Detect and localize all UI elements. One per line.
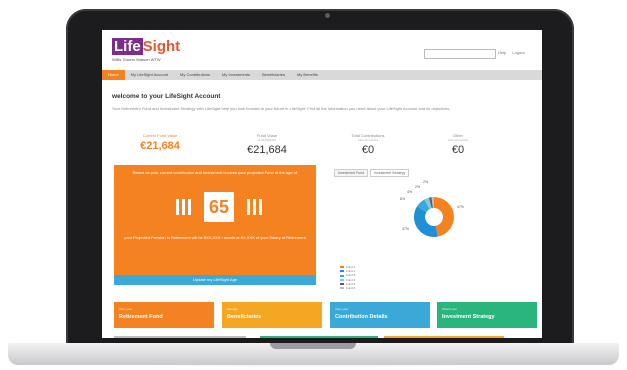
tile-title: Investment Strategy bbox=[442, 314, 495, 320]
stat-value: €21,684 bbox=[247, 144, 287, 156]
slice-label: 2% bbox=[415, 185, 421, 189]
tile-caption: View your bbox=[335, 307, 349, 311]
screen: Life Sight Willis Towers Watson WTW Help … bbox=[102, 30, 542, 338]
legend-swatch bbox=[340, 287, 344, 290]
nav-contributions[interactable]: My Contributions bbox=[174, 70, 216, 80]
legend-label: Fund 6 bbox=[346, 286, 356, 291]
tile-projection[interactable]: CalculateProjection bbox=[114, 336, 246, 338]
page-title: welcome to your LifeSight Account bbox=[112, 93, 221, 100]
projection-panel: Based on your current contribution and i… bbox=[114, 165, 316, 275]
nav-investments[interactable]: My Investments bbox=[216, 70, 256, 80]
tile-performance-details[interactable]: View yourPerformance Details bbox=[260, 336, 378, 338]
tile-retirement-fund[interactable]: View your Retirement Fund bbox=[114, 302, 214, 328]
stat-value: €21,684 bbox=[140, 140, 180, 152]
legend-swatch bbox=[340, 278, 344, 281]
logo[interactable]: Life Sight bbox=[112, 38, 180, 55]
logo-subtitle: Willis Towers Watson WTW bbox=[112, 57, 161, 62]
tab-investment-strategy[interactable]: Investment Strategy bbox=[370, 169, 410, 177]
slice-label: 4% bbox=[407, 190, 413, 194]
stat-sub: Last 12 months bbox=[357, 138, 379, 142]
slice-label: 47% bbox=[457, 205, 465, 209]
stat-label: Current Fund Value bbox=[142, 133, 178, 138]
stat-sub: at 31/08/2015 bbox=[257, 138, 277, 142]
logo-part-b: Sight bbox=[142, 38, 181, 55]
intro-text: Your Retirement Fund and Investment Stra… bbox=[112, 106, 451, 111]
legend-swatch bbox=[340, 283, 344, 286]
tile-investment-strategy[interactable]: Check your Investment Strategy bbox=[437, 302, 537, 328]
legend-item: Fund 6 bbox=[340, 286, 540, 290]
stat-current-fund: Current Fund Value €21,684 bbox=[120, 133, 200, 152]
legend-swatch bbox=[340, 266, 344, 269]
nav-home[interactable]: Home bbox=[102, 70, 125, 80]
legend-swatch bbox=[340, 274, 344, 277]
chart-legend: Fund 1 Fund 2 Fund 3 Fund 4 Fund 5 Fund 6 bbox=[340, 265, 540, 290]
stat-other: Other Last 12 months €0 bbox=[418, 133, 498, 156]
search-input[interactable] bbox=[424, 49, 496, 59]
donut-chart bbox=[414, 197, 454, 237]
stat-sub: Last 12 months bbox=[447, 138, 469, 142]
stat-fund-value: Fund Value at 31/08/2015 €21,684 bbox=[227, 133, 307, 156]
slice-label: 37% bbox=[402, 227, 410, 231]
tile-title: Contribution Details bbox=[335, 314, 388, 320]
slice-label: 8% bbox=[400, 197, 406, 201]
tile-caption: Check your bbox=[442, 307, 458, 311]
chart-tabs: Investment Fund Investment Strategy bbox=[334, 169, 410, 177]
logo-part-a: Life bbox=[112, 38, 143, 55]
tile-contribution-details[interactable]: View your Contribution Details bbox=[330, 302, 430, 328]
projection-intro: Based on your current contribution and i… bbox=[132, 170, 298, 175]
nav-benefits[interactable]: My Benefits bbox=[291, 70, 324, 80]
stat-value: €0 bbox=[451, 144, 465, 156]
slice-label: 2% bbox=[423, 180, 429, 184]
main-nav: Home My LifeSight Account My Contributio… bbox=[102, 70, 542, 80]
nav-beneficiaries[interactable]: Beneficiaries bbox=[256, 70, 291, 80]
tile-caption: View your bbox=[119, 307, 133, 311]
logout-link[interactable]: Logout bbox=[512, 50, 524, 55]
tile-caption: Manage bbox=[227, 307, 238, 311]
header: Life Sight Willis Towers Watson WTW Help … bbox=[102, 30, 542, 68]
tile-title: Retirement Fund bbox=[119, 314, 163, 320]
tab-investment-fund[interactable]: Investment Fund bbox=[334, 169, 369, 177]
tile-title: Beneficiaries bbox=[227, 314, 262, 320]
stat-contributions: Total Contributions Last 12 months €0 bbox=[328, 133, 408, 156]
update-age-button[interactable]: Update my LifeSight Age bbox=[114, 275, 316, 285]
projection-result: your Projected Pension in Retirement wil… bbox=[124, 235, 306, 240]
stat-value: €0 bbox=[361, 144, 375, 156]
help-link[interactable]: Help bbox=[498, 50, 506, 55]
tile-beneficiaries[interactable]: Manage Beneficiaries bbox=[222, 302, 322, 328]
camera-icon bbox=[325, 13, 330, 18]
laptop-notch bbox=[270, 343, 356, 349]
nav-account[interactable]: My LifeSight Account bbox=[125, 70, 174, 80]
tile-personal-details[interactable]: Check yourPersonal Details bbox=[384, 336, 504, 338]
top-links: Help Logout bbox=[498, 50, 530, 55]
donut-slice-1 bbox=[434, 197, 454, 237]
legend-swatch bbox=[340, 270, 344, 273]
projection-age: 65 bbox=[204, 192, 234, 222]
